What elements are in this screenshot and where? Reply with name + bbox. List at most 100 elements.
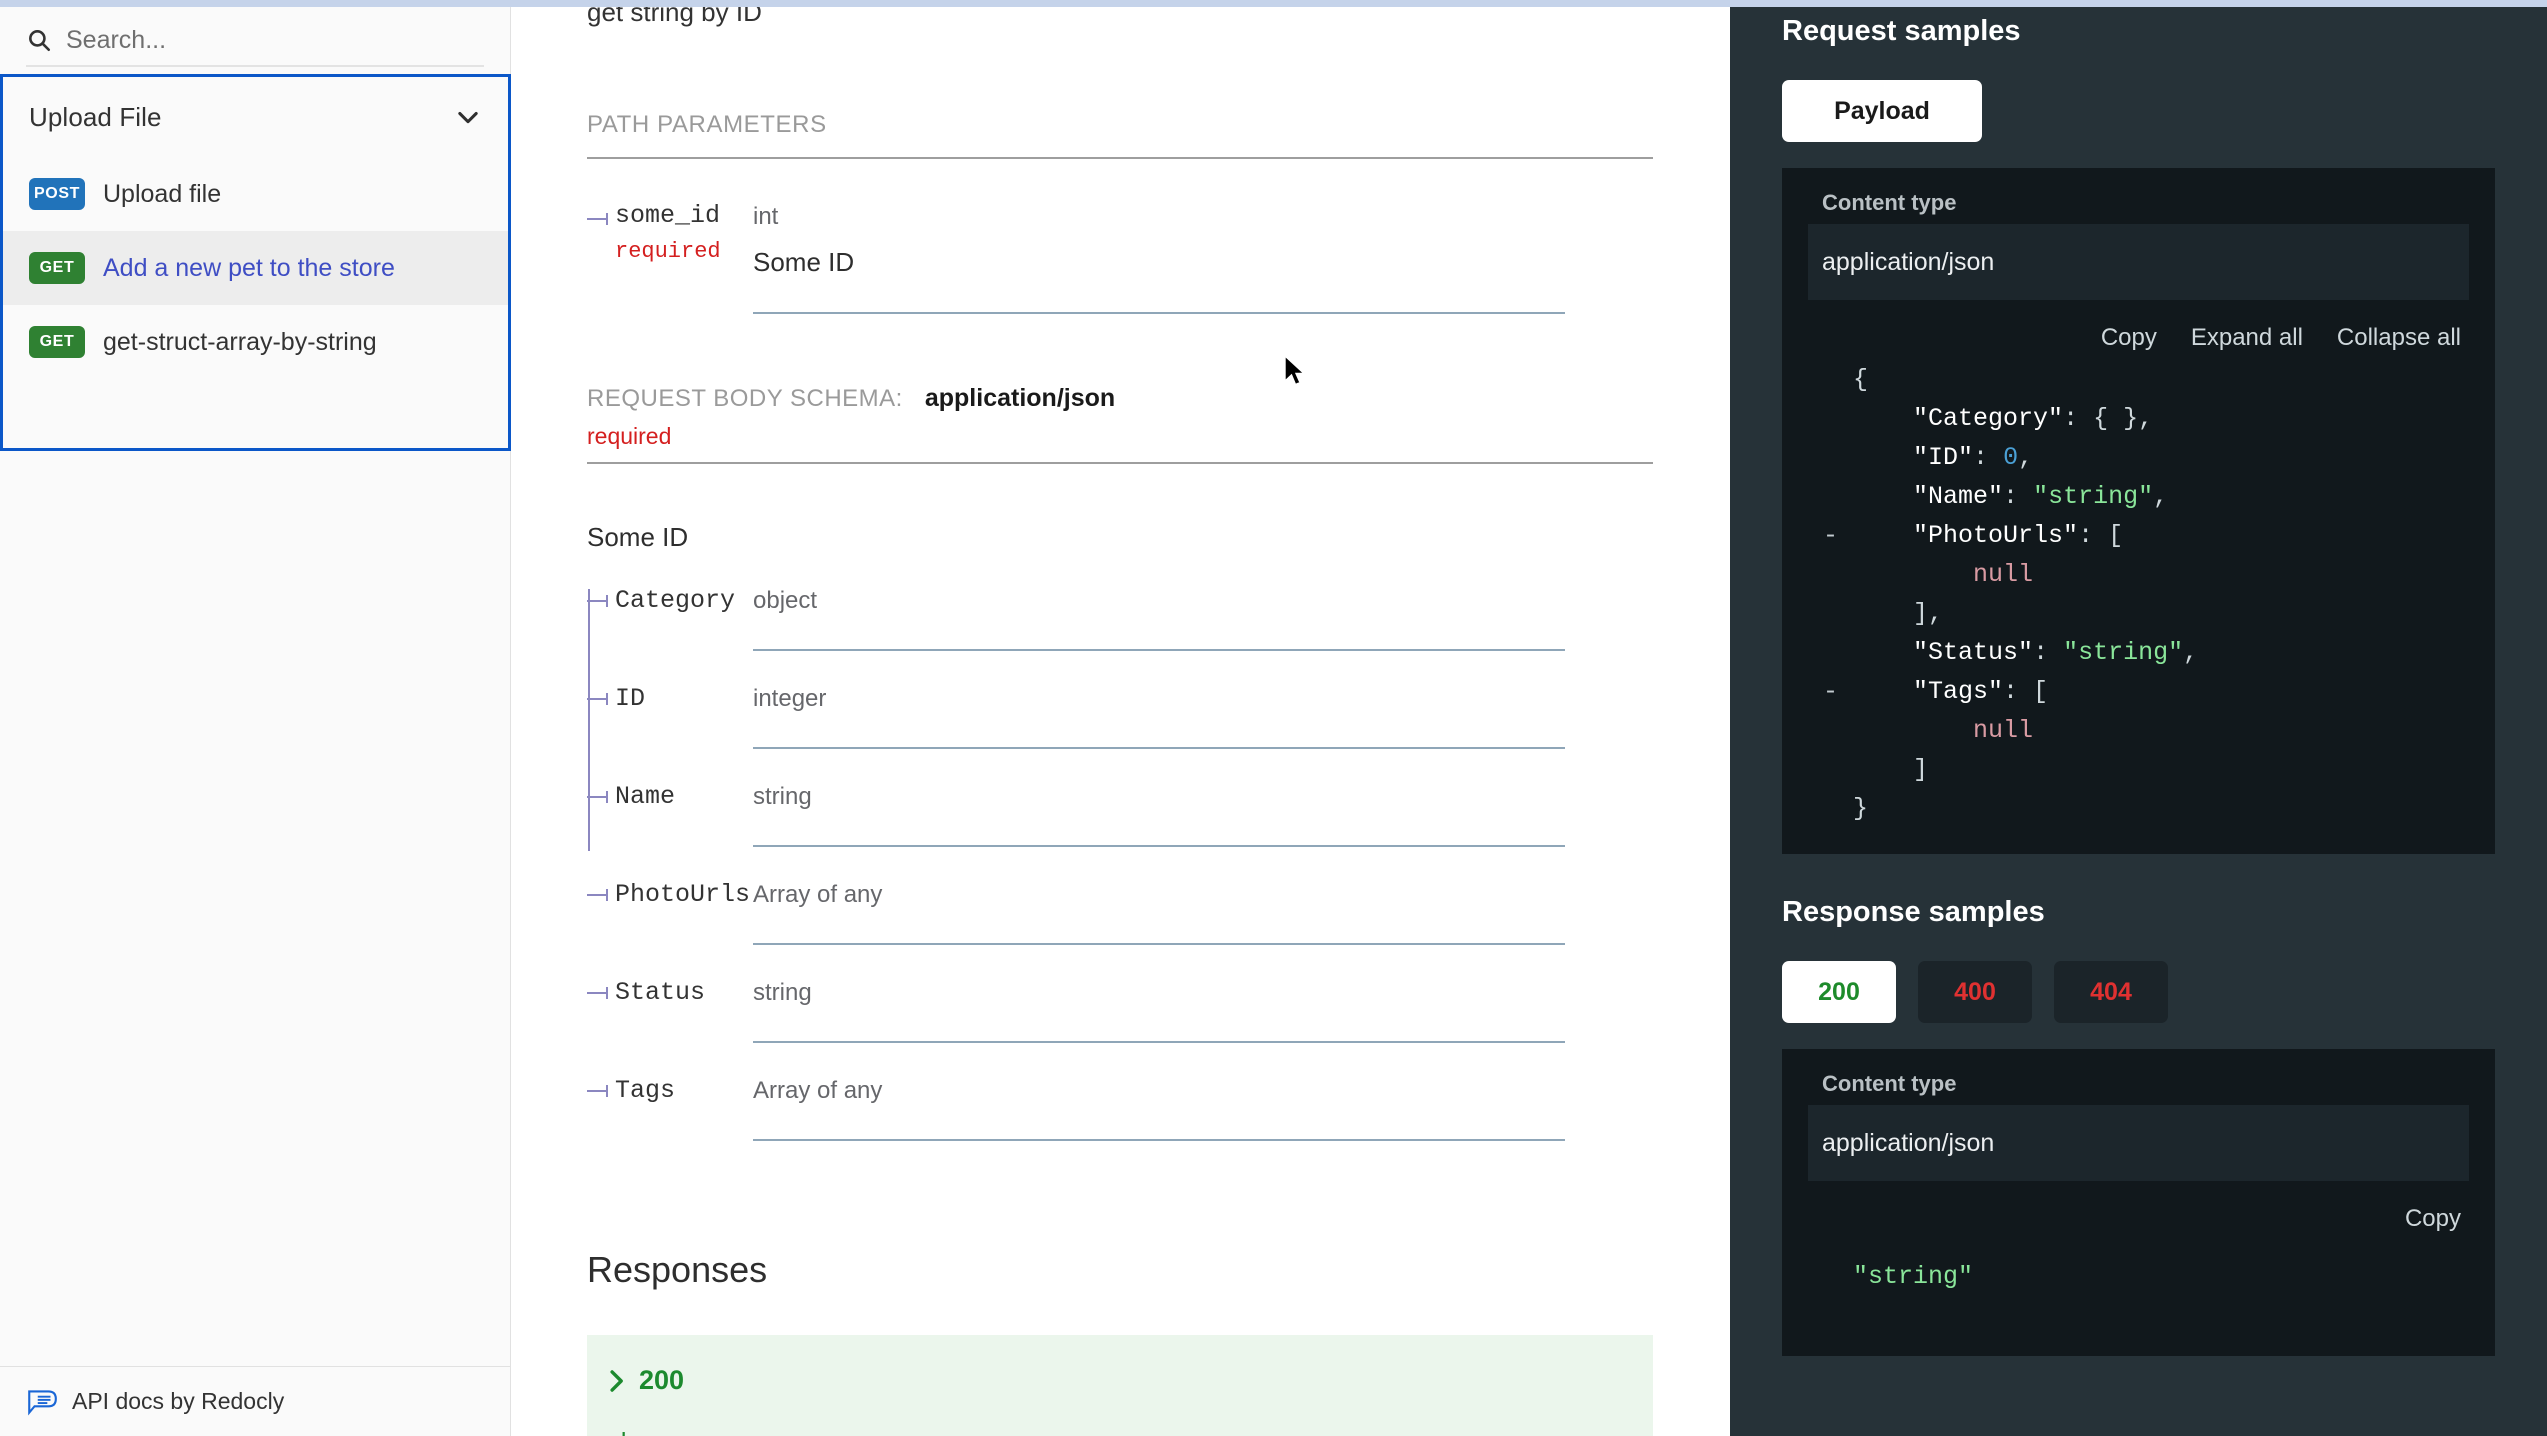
schema-property-type: integer: [753, 685, 827, 712]
schema-property-name: Name: [615, 782, 676, 811]
path-parameter-type: int: [753, 203, 779, 230]
tree-branch-icon: [587, 889, 608, 901]
redocly-logo-icon: [28, 1389, 57, 1416]
tree-branch-icon: [587, 791, 608, 803]
schema-property-row: Name string: [587, 771, 1730, 823]
search-bar[interactable]: [0, 7, 510, 73]
sidebar-item-label: Add a new pet to the store: [103, 253, 395, 282]
copy-button[interactable]: Copy: [2405, 1205, 2461, 1233]
schema-title: Some ID: [587, 522, 689, 552]
tab-response-404[interactable]: 404: [2054, 961, 2168, 1023]
path-parameter-divider: [753, 312, 1565, 314]
search-icon: [29, 30, 51, 52]
code-token-punc: : [: [2003, 677, 2049, 706]
response-sample-code: "string": [1808, 1257, 2469, 1330]
response-sample-code-card: Content type application/json Copy "stri…: [1782, 1049, 2495, 1356]
code-token-punc: { }: [2093, 404, 2139, 433]
code-token-punc: ,: [2153, 482, 2169, 511]
sidebar-item-add-a-new-pet-to-the-store[interactable]: GET Add a new pet to the store: [3, 231, 508, 305]
code-line: "ID": 0,: [1808, 438, 2469, 477]
tab-response-400[interactable]: 400: [1918, 961, 2032, 1023]
code-token-punc: ],: [1913, 599, 1944, 628]
schema-property-type: Array of any: [753, 881, 883, 908]
schema-property-divider: [753, 649, 1565, 651]
content-type-select[interactable]: application/json: [1808, 224, 2469, 300]
search-input[interactable]: [66, 25, 466, 55]
code-gutter: [1808, 794, 1853, 823]
code-gutter: [1808, 365, 1853, 394]
collapse-toggle-icon[interactable]: -: [1808, 521, 1853, 550]
code-line: "string": [1808, 1257, 2469, 1296]
schema-property-name-cell: ID: [587, 673, 753, 725]
code-token-punc: : [: [2078, 521, 2124, 550]
copy-button[interactable]: Copy: [2101, 324, 2157, 352]
sidebar: Upload File POST Upload file GET Add a n…: [0, 7, 511, 1436]
sidebar-group-title: Upload File: [29, 101, 162, 132]
chevron-right-icon[interactable]: [607, 1368, 625, 1394]
schema-property-name-cell: Status: [587, 967, 753, 1019]
content-type-select[interactable]: application/json: [1808, 1105, 2469, 1181]
redoc-api-docs-page: Upload File POST Upload file GET Add a n…: [0, 0, 2547, 1436]
schema-property-divider: [753, 1041, 1565, 1043]
code-token-key: "Status": [1913, 638, 2034, 667]
code-token-key: "PhotoUrls": [1913, 521, 2079, 550]
schema-property-type: object: [753, 587, 818, 614]
sidebar-footer[interactable]: API docs by Redocly: [0, 1366, 510, 1436]
main-content: get string by ID PATH PARAMETERS some_id…: [512, 7, 1730, 1436]
code-line: - "Tags": [: [1808, 672, 2469, 711]
request-body-content-type: application/json: [924, 384, 1116, 412]
path-parameter-name: some_id: [615, 201, 721, 230]
code-token-str: "string": [1853, 1262, 1974, 1291]
response-sample-tabs: 200 400 404: [1782, 961, 2495, 1023]
sidebar-item-get-struct-array-by-string[interactable]: GET get-struct-array-by-string: [3, 305, 508, 379]
response-card-200[interactable]: 200 ok: [587, 1335, 1653, 1436]
schema-property-row: Status string: [587, 967, 1730, 1019]
sidebar-item-upload-file[interactable]: POST Upload file: [3, 157, 508, 231]
code-token-key: "ID": [1913, 443, 1974, 472]
content-type-label: Content type: [1822, 190, 1957, 215]
tab-payload[interactable]: Payload: [1782, 80, 1982, 142]
content-type-label: Content type: [1822, 1071, 1957, 1096]
code-gutter: [1808, 638, 1853, 667]
request-sample-code-card: Content type application/json Copy Expan…: [1782, 168, 2495, 854]
request-body-divider: [587, 462, 1653, 464]
path-parameters-label: PATH PARAMETERS: [587, 111, 827, 138]
code-line: null: [1808, 711, 2469, 750]
code-line: ],: [1808, 594, 2469, 633]
response-status-code: 200: [639, 1365, 685, 1395]
schema-property-type-cell: Array of any: [753, 869, 1565, 921]
operation-subtitle: get string by ID: [587, 7, 762, 27]
schema-property-name-cell: Category: [587, 575, 753, 627]
code-token-str: "string": [2033, 482, 2154, 511]
request-sample-code: { "Category": { }, "ID": 0, "Name": "str…: [1808, 360, 2469, 828]
request-sample-tabs: Payload: [1782, 80, 2495, 142]
code-line: }: [1808, 789, 2469, 828]
method-badge-get: GET: [29, 252, 85, 284]
tab-response-200[interactable]: 200: [1782, 961, 1896, 1023]
collapse-all-button[interactable]: Collapse all: [2337, 324, 2461, 352]
path-parameter-required-badge: required: [615, 239, 721, 264]
collapse-toggle-icon[interactable]: -: [1808, 677, 1853, 706]
sidebar-group-header[interactable]: Upload File: [3, 77, 508, 157]
request-body-schema-row: REQUEST BODY SCHEMA: application/json: [587, 384, 1730, 413]
tree-branch-last-icon: [587, 1085, 608, 1097]
browser-top-strip: [0, 0, 2547, 7]
code-token-key: "Name": [1913, 482, 2004, 511]
responses-title: Responses: [587, 1249, 768, 1290]
expand-all-button[interactable]: Expand all: [2191, 324, 2303, 352]
request-body-schema-label: REQUEST BODY SCHEMA:: [587, 385, 903, 412]
method-badge-post: POST: [29, 178, 85, 210]
code-gutter: [1808, 1262, 1853, 1291]
schema-property-type: Array of any: [753, 1077, 883, 1104]
schema-property-divider: [753, 1139, 1565, 1141]
chevron-down-icon[interactable]: [454, 103, 482, 131]
response-card-header[interactable]: 200: [607, 1365, 1633, 1396]
tab-payload-label: Payload: [1834, 96, 1930, 125]
